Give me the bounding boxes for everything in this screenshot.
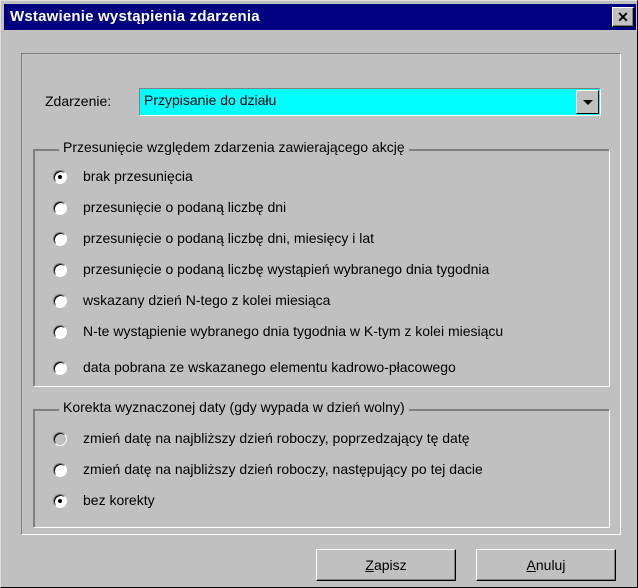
- option-label: wskazany dzień N-tego z kolei miesiąca: [83, 292, 331, 308]
- radio-icon[interactable]: [53, 463, 67, 477]
- chevron-down-icon[interactable]: [576, 90, 599, 114]
- event-combobox[interactable]: Przypisanie do działu: [139, 88, 601, 116]
- radio-icon[interactable]: [53, 263, 67, 277]
- offset-group-legend: Przesunięcie względem zdarzenia zawieraj…: [59, 139, 409, 155]
- save-button[interactable]: Zapisz: [316, 549, 456, 581]
- cancel-button[interactable]: Anuluj: [476, 549, 616, 581]
- window-title: Wstawienie wystąpienia zdarzenia: [10, 8, 260, 25]
- event-label: Zdarzenie:: [45, 93, 112, 109]
- radio-selected-icon[interactable]: [53, 494, 67, 508]
- event-combobox-value: Przypisanie do działu: [144, 92, 277, 108]
- save-label: apisz: [373, 557, 407, 573]
- cancel-label: nuluj: [535, 557, 566, 573]
- radio-selected-icon[interactable]: [53, 170, 67, 184]
- option-label: przesunięcie o podaną liczbę wystąpień w…: [83, 261, 490, 277]
- option-label: przesunięcie o podaną liczbę dni, miesię…: [83, 230, 375, 246]
- option-label: zmień datę na najbliższy dzień roboczy, …: [83, 430, 470, 446]
- radio-icon[interactable]: [53, 294, 67, 308]
- option-label: zmień datę na najbliższy dzień roboczy, …: [83, 461, 483, 477]
- dialog-window: Wstawienie wystąpienia zdarzenia ✕ Zdarz…: [0, 0, 638, 588]
- radio-icon[interactable]: [53, 325, 67, 339]
- save-accel: Z: [365, 557, 374, 573]
- radio-icon[interactable]: [53, 201, 67, 215]
- correction-group-legend: Korekta wyznaczonej daty (gdy wypada w d…: [59, 399, 409, 415]
- radio-icon[interactable]: [53, 361, 67, 375]
- option-label: bez korekty: [83, 492, 155, 508]
- title-bar[interactable]: Wstawienie wystąpienia zdarzenia ✕: [4, 4, 636, 30]
- cancel-accel: A: [526, 557, 536, 573]
- option-label: data pobrana ze wskazanego elementu kadr…: [83, 359, 456, 375]
- radio-icon[interactable]: [53, 232, 67, 246]
- option-label: N-te wystąpienie wybranego dnia tygodnia…: [83, 323, 504, 339]
- option-label: przesunięcie o podaną liczbę dni: [83, 199, 287, 215]
- close-icon: ✕: [617, 9, 629, 25]
- option-label: brak przesunięcia: [83, 168, 193, 184]
- close-button[interactable]: ✕: [612, 7, 634, 27]
- radio-disabled-icon[interactable]: [53, 432, 67, 446]
